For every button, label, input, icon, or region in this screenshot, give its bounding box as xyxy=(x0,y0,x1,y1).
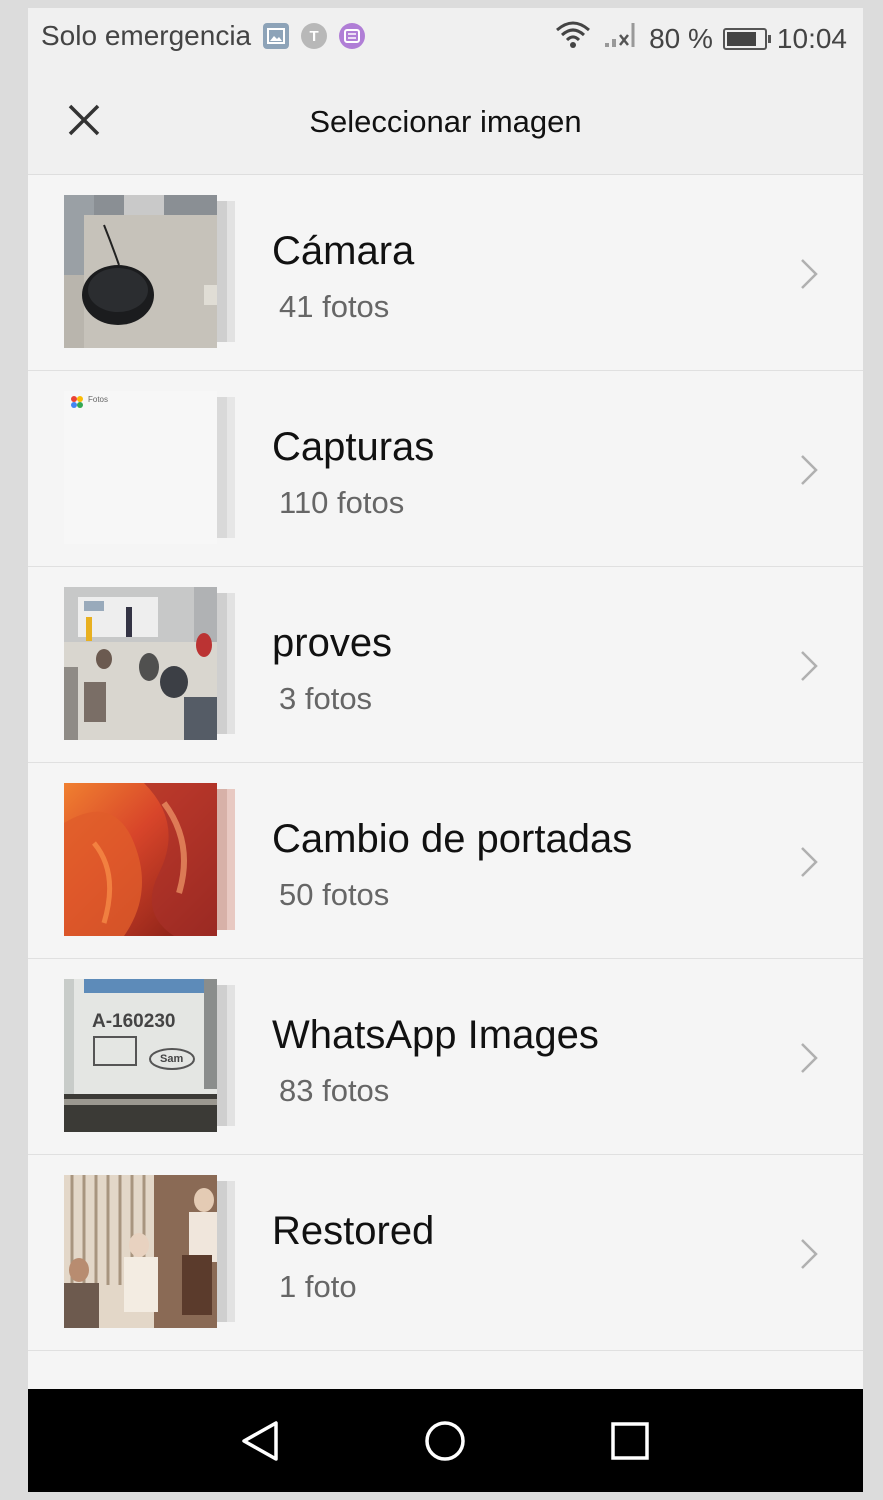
back-button[interactable] xyxy=(236,1417,284,1465)
t-notification-icon: T xyxy=(301,23,328,49)
home-button[interactable] xyxy=(421,1417,469,1465)
album-thumbnail xyxy=(64,783,217,936)
chevron-right-icon xyxy=(801,847,818,877)
chevron-right-icon xyxy=(801,651,818,681)
album-thumbnail-stack: A-160230 Sam xyxy=(64,979,239,1134)
album-thumbnail xyxy=(64,1175,217,1328)
album-row-cambio-de-portadas[interactable]: Cambio de portadas 50 fotos xyxy=(28,763,863,959)
album-thumbnail xyxy=(64,587,217,740)
header: Seleccionar imagen xyxy=(28,66,863,175)
album-count: 50 fotos xyxy=(279,877,390,912)
album-name: Restored xyxy=(272,1209,435,1253)
album-thumbnail-stack: Fotos xyxy=(64,391,239,546)
album-count: 41 fotos xyxy=(279,289,390,324)
album-count: 83 fotos xyxy=(279,1073,390,1108)
album-name: WhatsApp Images xyxy=(272,1013,599,1057)
recents-button[interactable] xyxy=(606,1417,654,1465)
album-row-restored[interactable]: Restored 1 foto xyxy=(28,1155,863,1351)
page-title: Seleccionar imagen xyxy=(309,104,582,139)
thumbnail-logo-text: Fotos xyxy=(88,395,109,404)
album-thumbnail: Fotos xyxy=(64,391,217,544)
album-list: Cámara 41 fotos Fotos Capturas 110 fotos… xyxy=(28,175,863,1351)
image-notification-icon xyxy=(263,23,290,49)
album-count: 110 fotos xyxy=(279,485,405,520)
chevron-right-icon xyxy=(801,1239,818,1269)
clock: 10:04 xyxy=(776,22,847,54)
album-row-capturas[interactable]: Fotos Capturas 110 fotos xyxy=(28,371,863,567)
album-count: 1 foto xyxy=(279,1269,357,1304)
album-name: Capturas xyxy=(272,425,435,469)
album-thumbnail-stack xyxy=(64,587,239,742)
carrier-text: Solo emergencia xyxy=(41,20,252,51)
chevron-right-icon xyxy=(801,455,818,485)
album-row-camara[interactable]: Cámara 41 fotos xyxy=(28,175,863,371)
thumbnail-brand-text: Sam xyxy=(160,1053,184,1065)
album-name: Cambio de portadas xyxy=(272,817,633,861)
battery-icon xyxy=(722,27,771,50)
album-count: 3 fotos xyxy=(279,681,373,716)
status-bar: Solo emergencia T 80 % 10:04 xyxy=(28,8,863,66)
phone-screen: Solo emergencia T 80 % 10:04 Seleccionar… xyxy=(28,8,863,1492)
album-row-proves[interactable]: proves 3 fotos xyxy=(28,567,863,763)
battery-percent: 80 % xyxy=(649,22,713,54)
album-name: Cámara xyxy=(272,229,415,273)
album-name: proves xyxy=(272,621,393,665)
status-left: Solo emergencia T xyxy=(41,20,366,52)
navigation-bar xyxy=(28,1389,863,1492)
signal-icon xyxy=(603,21,639,56)
battery-fill xyxy=(726,31,756,46)
thumbnail-code-text: A-160230 xyxy=(92,1011,176,1032)
album-row-whatsapp-images[interactable]: A-160230 Sam WhatsApp Images 83 fotos xyxy=(28,959,863,1155)
album-thumbnail-stack xyxy=(64,783,239,938)
recents-icon xyxy=(611,1422,649,1460)
status-right: 80 % 10:04 xyxy=(553,20,847,57)
chevron-right-icon xyxy=(801,1043,818,1073)
back-icon xyxy=(242,1421,278,1461)
message-notification-icon xyxy=(339,23,366,49)
album-thumbnail-stack xyxy=(64,1175,239,1330)
album-thumbnail xyxy=(64,195,217,348)
album-thumbnail-stack xyxy=(64,195,239,350)
home-icon xyxy=(425,1421,465,1461)
wifi-icon xyxy=(553,20,593,57)
album-thumbnail: A-160230 Sam xyxy=(64,979,217,1132)
chevron-right-icon xyxy=(801,259,818,289)
